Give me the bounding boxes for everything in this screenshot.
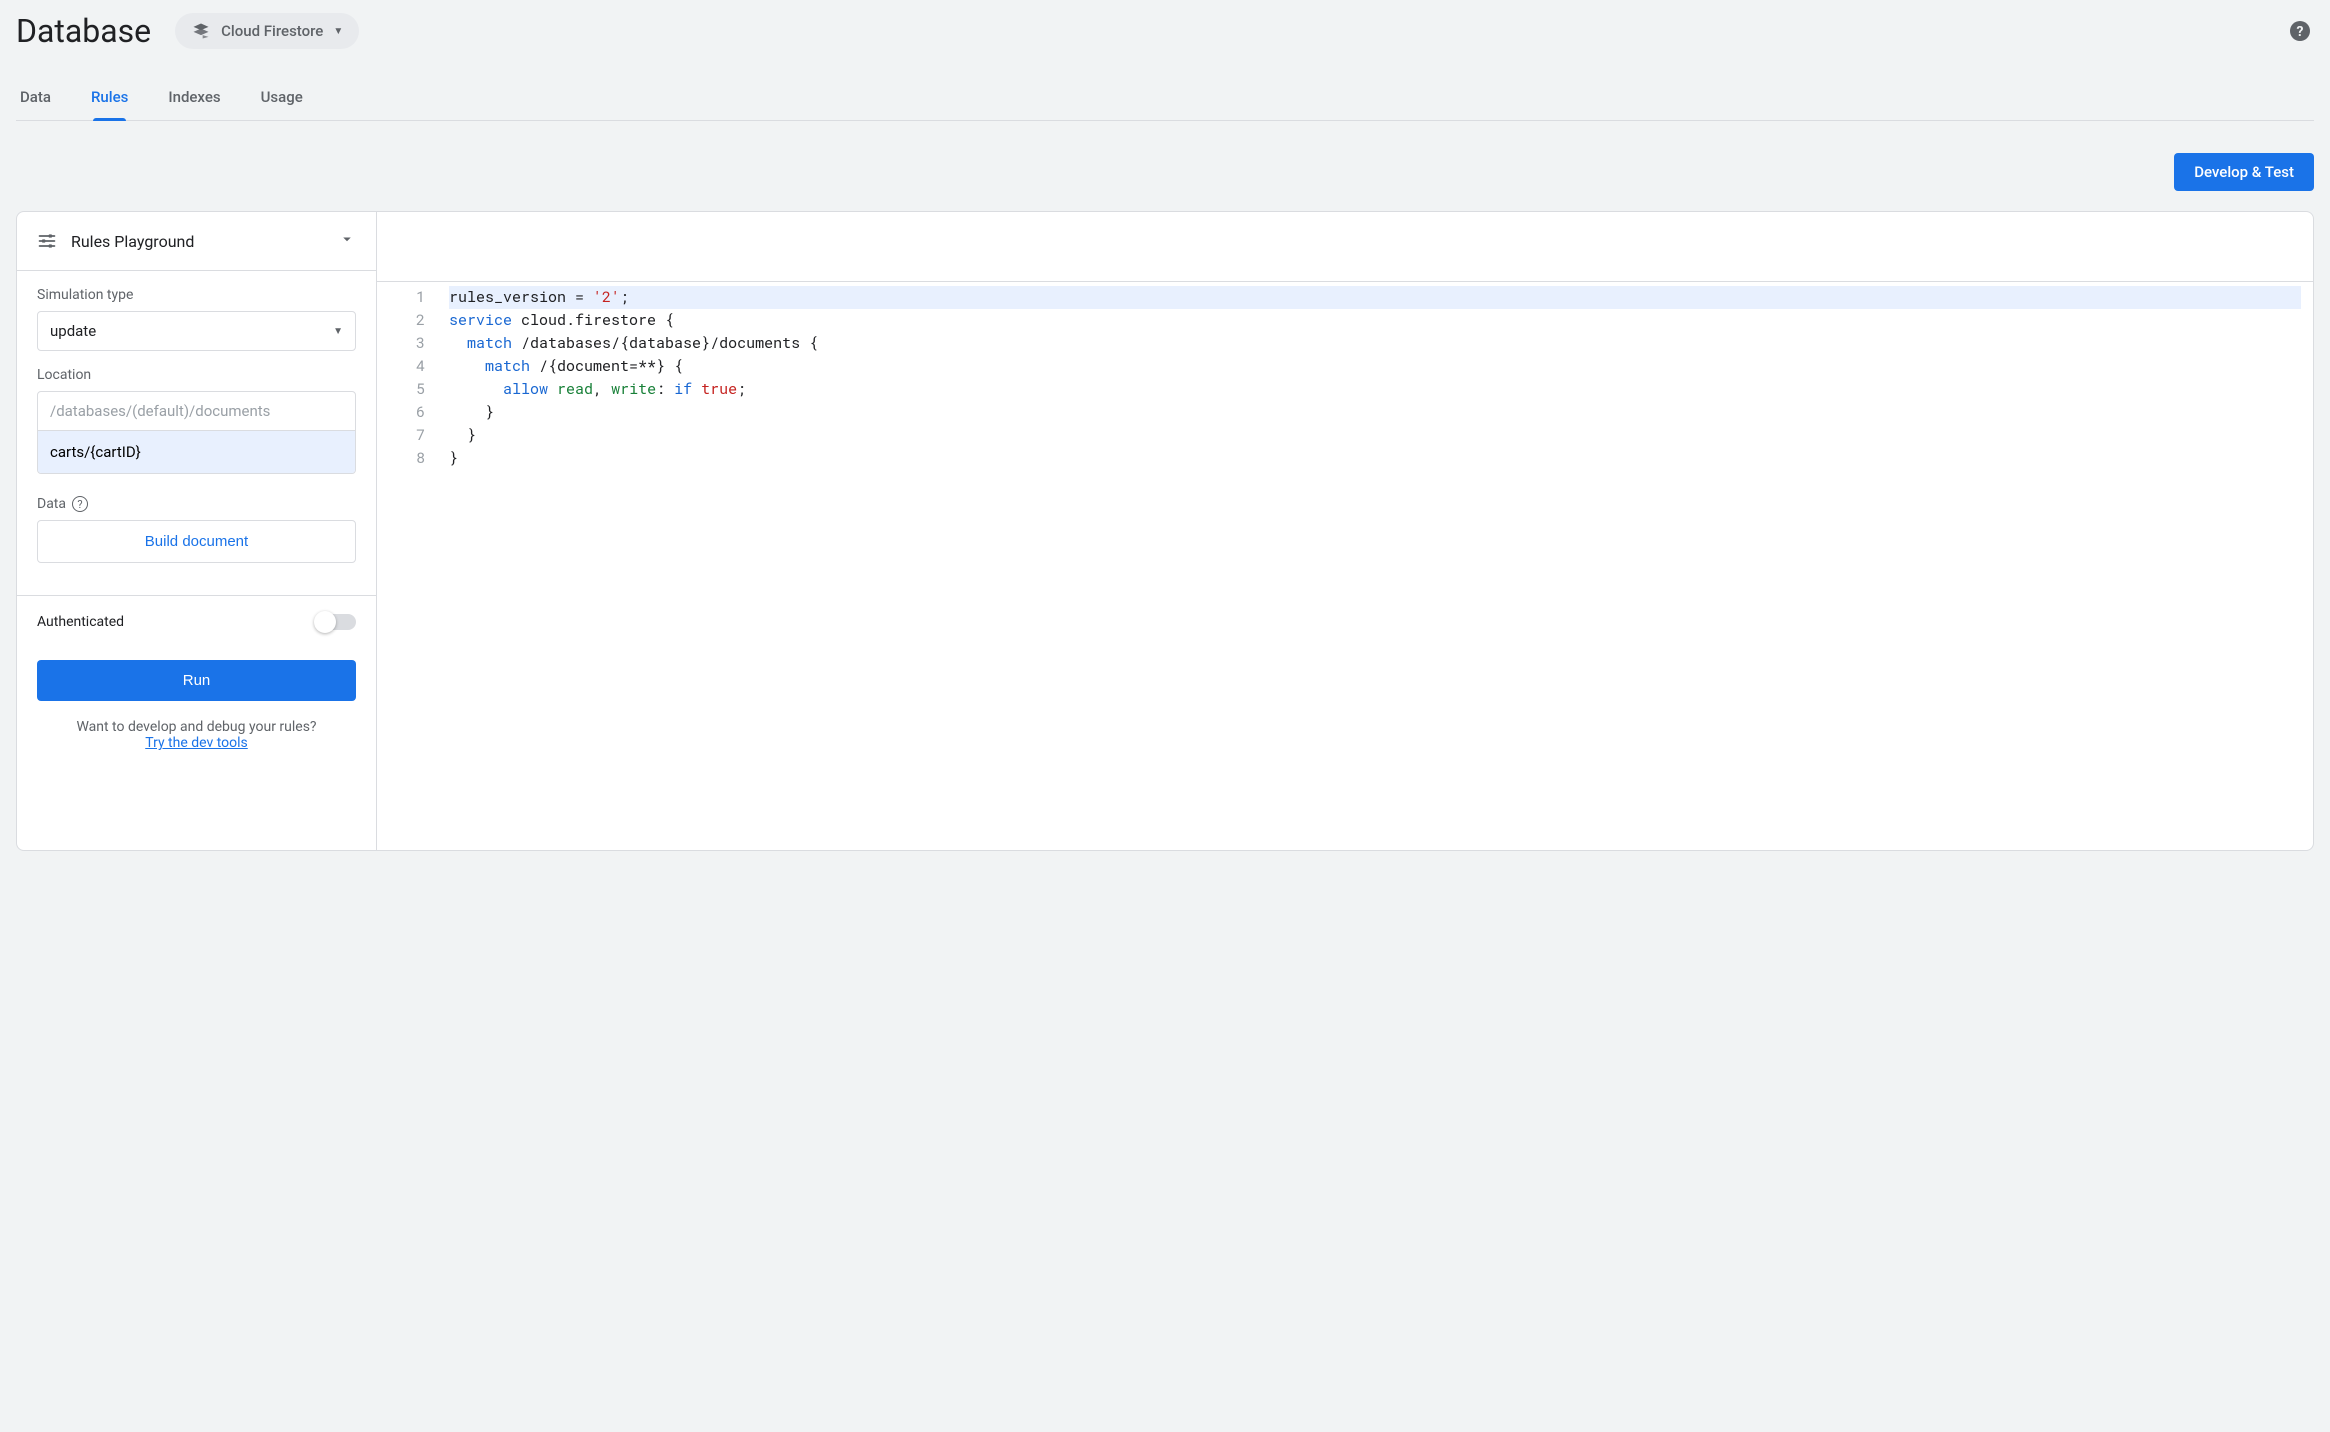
location-label: Location bbox=[37, 367, 356, 383]
tab-indexes[interactable]: Indexes bbox=[166, 78, 222, 120]
simulation-type-select[interactable]: update ▼ bbox=[37, 311, 356, 351]
chevron-down-icon: ▼ bbox=[333, 326, 343, 337]
simulation-type-value: update bbox=[50, 322, 96, 340]
dev-note-text: Want to develop and debug your rules? bbox=[37, 719, 356, 735]
location-prefix: /databases/(default)/documents bbox=[38, 392, 355, 430]
editor-toolbar bbox=[377, 212, 2313, 282]
page-title: Database bbox=[16, 8, 151, 54]
help-icon[interactable]: ? bbox=[72, 496, 88, 512]
product-selector-chip[interactable]: Cloud Firestore ▼ bbox=[175, 13, 359, 49]
location-input[interactable] bbox=[38, 430, 355, 473]
simulation-type-label: Simulation type bbox=[37, 287, 356, 303]
playground-title: Rules Playground bbox=[71, 232, 324, 251]
tab-rules[interactable]: Rules bbox=[89, 78, 130, 120]
tabs: Data Rules Indexes Usage bbox=[16, 78, 2314, 121]
tab-data[interactable]: Data bbox=[18, 78, 53, 120]
editor-gutter: 12345678 bbox=[377, 286, 449, 470]
tune-icon bbox=[37, 231, 57, 251]
dev-tools-link[interactable]: Try the dev tools bbox=[145, 735, 248, 751]
help-icon: ? bbox=[2288, 19, 2312, 43]
authenticated-label: Authenticated bbox=[37, 614, 124, 630]
run-button[interactable]: Run bbox=[37, 660, 356, 701]
tab-usage[interactable]: Usage bbox=[259, 78, 305, 120]
firestore-icon bbox=[191, 21, 211, 41]
rules-editor: 12345678 rules_version = '2';service clo… bbox=[377, 212, 2313, 850]
product-chip-label: Cloud Firestore bbox=[221, 22, 323, 40]
chevron-down-icon bbox=[338, 230, 356, 252]
playground-header[interactable]: Rules Playground bbox=[17, 212, 376, 271]
help-button[interactable]: ? bbox=[2286, 17, 2314, 45]
authenticated-toggle[interactable] bbox=[316, 614, 356, 630]
location-field: /databases/(default)/documents bbox=[37, 391, 356, 474]
svg-text:?: ? bbox=[2297, 24, 2304, 40]
chevron-down-icon: ▼ bbox=[333, 26, 343, 37]
data-label: Data ? bbox=[37, 496, 356, 512]
rules-playground-sidebar: Rules Playground Simulation type update … bbox=[17, 212, 377, 850]
editor-code[interactable]: rules_version = '2';service cloud.firest… bbox=[449, 286, 2313, 470]
develop-test-button[interactable]: Develop & Test bbox=[2174, 153, 2314, 191]
build-document-button[interactable]: Build document bbox=[37, 520, 356, 563]
